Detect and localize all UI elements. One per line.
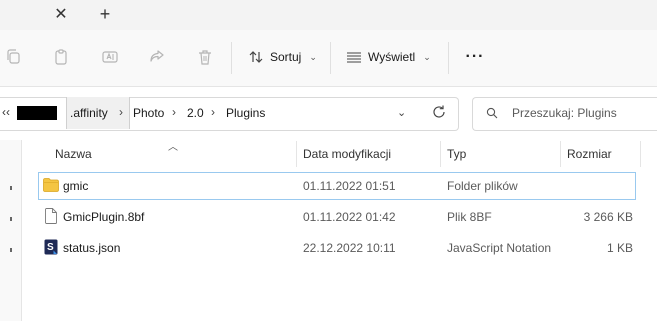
paste-icon[interactable] [52,48,70,66]
column-header-name[interactable]: Nazwa [55,147,92,161]
column-divider[interactable] [560,141,561,167]
chevron-down-icon: ⌄ [423,51,431,62]
file-size: 1 KB [606,241,633,255]
json-file-icon: S [44,239,58,255]
delete-icon[interactable] [196,48,214,66]
sort-icon [249,51,263,63]
column-header-size[interactable]: Rozmiar [567,147,612,161]
sort-label: Sortuj [270,50,302,64]
breadcrumb-affinity[interactable]: .affinity [70,106,108,120]
breadcrumb-separator-icon[interactable]: › [172,105,176,119]
sort-ascending-icon: ︿ [168,142,178,153]
breadcrumb-2-0[interactable]: 2.0 [187,106,204,120]
refresh-icon[interactable] [431,104,447,120]
view-icon [347,52,361,63]
svg-text:S: S [47,242,54,253]
file-name[interactable]: gmic [63,179,88,193]
column-divider[interactable] [640,141,641,167]
column-divider[interactable] [296,141,297,167]
file-date: 22.12.2022 10:11 [303,241,396,255]
search-icon [486,107,498,119]
rename-icon[interactable] [101,48,119,66]
more-options-button[interactable]: ··· [464,48,486,68]
column-header-type[interactable]: Typ [447,147,466,161]
new-tab-button[interactable]: + [95,4,115,24]
column-divider[interactable] [440,141,441,167]
redacted-breadcrumb-segment [17,106,57,120]
toolbar-divider [448,42,449,74]
file-date: 01.11.2022 01:42 [303,210,396,224]
chevron-down-icon: ⌄ [309,51,317,62]
address-history-chevron-icon[interactable]: ⌄ [397,106,406,119]
folder-icon [43,178,59,192]
file-type: Folder plików [447,179,518,193]
breadcrumb-overflow[interactable]: ‹‹ [2,105,10,119]
navigation-pane[interactable] [0,140,22,321]
breadcrumb-separator-icon[interactable]: › [119,105,123,119]
file-type: JavaScript Notation [447,241,552,255]
file-name[interactable]: GmicPlugin.8bf [63,210,144,224]
file-icon [45,208,57,224]
file-date: 01.11.2022 01:51 [303,179,396,193]
view-button[interactable]: Wyświetl ⌄ [346,46,431,68]
file-size: 3 266 KB [583,210,633,224]
breadcrumb-photo[interactable]: Photo [133,106,164,120]
command-bar [0,30,657,87]
view-label: Wyświetl [368,50,416,64]
file-name[interactable]: status.json [63,241,120,255]
search-input[interactable]: Przeszukaj: Plugins [512,106,617,120]
toolbar-divider [330,42,331,74]
breadcrumb-plugins[interactable]: Plugins [226,106,265,120]
column-header-date[interactable]: Data modyfikacji [303,147,391,161]
sort-button[interactable]: Sortuj ⌄ [248,46,317,68]
toolbar-divider [231,42,232,74]
share-icon[interactable] [148,48,166,66]
copy-icon[interactable] [5,48,23,66]
file-type: Plik 8BF [447,210,492,224]
close-tab-button[interactable]: ✕ [51,5,71,25]
breadcrumb-separator-icon[interactable]: › [211,105,215,119]
